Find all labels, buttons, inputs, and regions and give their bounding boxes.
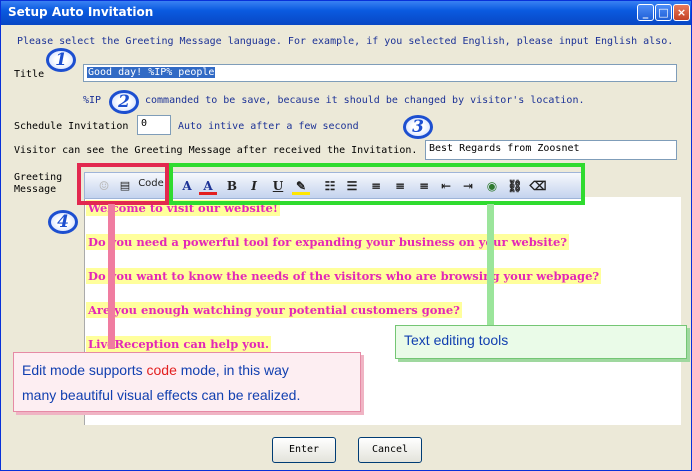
edit-mode-suffix: mode, in this way xyxy=(176,362,289,378)
enter-button[interactable]: Enter xyxy=(272,437,336,463)
step-badge-4: 4 xyxy=(48,210,78,234)
text-tools-callout: Text editing tools xyxy=(395,325,687,359)
ip-note-prefix: %IP xyxy=(83,95,102,106)
edit-mode-prefix: Edit mode supports xyxy=(22,362,147,378)
text-tools-highlight-box xyxy=(169,163,585,205)
greeting-label-line1: Greeting xyxy=(14,172,63,183)
greeting-label-line2: Message xyxy=(14,184,57,195)
step-badge-1: 1 xyxy=(46,48,76,72)
edit-mode-highlight-box xyxy=(77,163,169,205)
maximize-button[interactable]: □ xyxy=(655,4,672,21)
message-line: Are you enough watching your potential c… xyxy=(86,302,462,318)
edit-mode-code-word: code xyxy=(146,362,177,378)
step-badge-3: 3 xyxy=(403,115,433,139)
message-line: Do you want to know the needs of the vis… xyxy=(86,268,602,284)
edit-mode-callout: Edit mode supports code mode, in this wa… xyxy=(13,352,361,412)
setup-auto-invitation-window: Setup Auto Invitation _ □ × Please selec… xyxy=(0,0,692,471)
title-bar[interactable]: Setup Auto Invitation _ □ × xyxy=(1,1,691,25)
visitor-label: Visitor can see the Greeting Message aft… xyxy=(14,145,418,156)
edit-mode-callout-connector xyxy=(108,204,115,349)
close-button[interactable]: × xyxy=(673,4,690,21)
edit-mode-callout-line2: many beautiful visual effects can be rea… xyxy=(22,387,301,403)
schedule-label: Schedule Invitation xyxy=(14,121,129,132)
text-tools-callout-connector xyxy=(487,204,494,326)
title-label: Title xyxy=(14,69,45,80)
instructions-text: Please select the Greeting Message langu… xyxy=(17,36,674,47)
cancel-button[interactable]: Cancel xyxy=(358,437,422,463)
visitor-message-input[interactable]: Best Regards from Zoosnet xyxy=(425,140,677,160)
minimize-button[interactable]: _ xyxy=(637,4,654,21)
ip-note-text: commanded to be save, because it should … xyxy=(145,95,585,106)
message-line: Do you need a powerful tool for expandin… xyxy=(86,234,570,250)
step-badge-2: 2 xyxy=(109,90,139,114)
schedule-hint: Auto intive after a few second xyxy=(178,121,359,132)
title-input-value: Good day! %IP% people xyxy=(87,67,216,78)
schedule-seconds-input[interactable]: 0 xyxy=(137,115,171,135)
window-title: Setup Auto Invitation xyxy=(8,5,154,19)
edit-mode-callout-line1: Edit mode supports code mode, in this wa… xyxy=(22,358,352,383)
title-input[interactable]: Good day! %IP% people xyxy=(83,64,677,82)
